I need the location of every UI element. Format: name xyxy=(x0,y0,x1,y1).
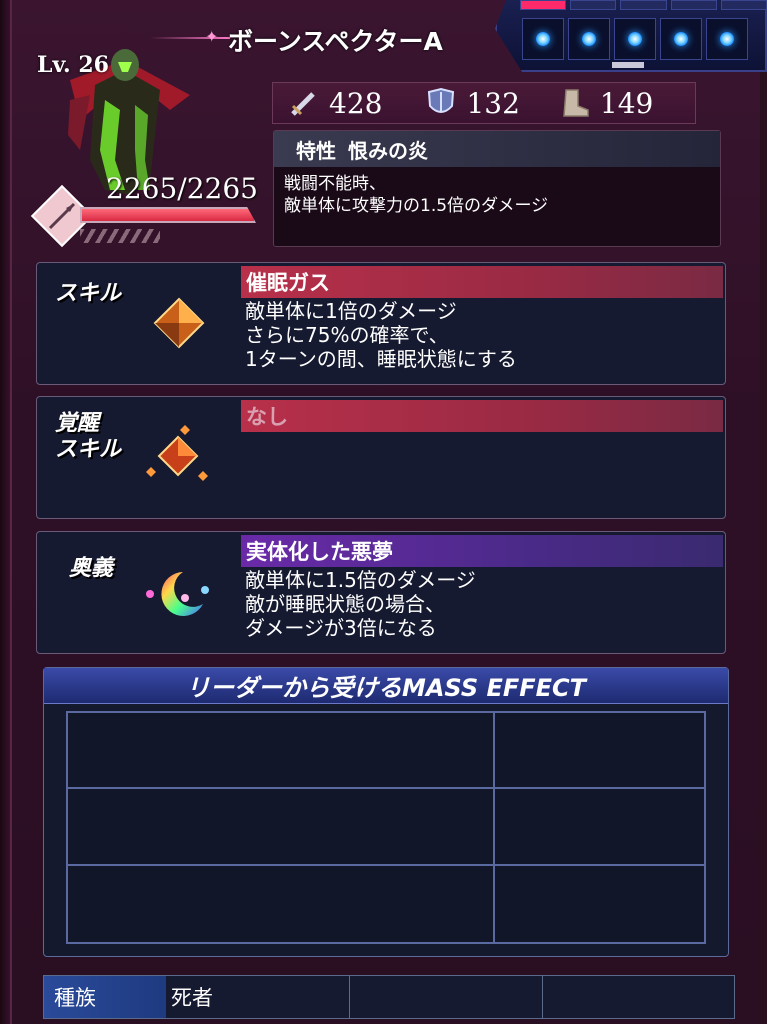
info-cell-empty xyxy=(543,976,735,1018)
party-slot-4[interactable] xyxy=(660,18,702,60)
mass-effect-cell xyxy=(68,865,495,942)
hp-bar xyxy=(80,207,256,223)
party-tab[interactable] xyxy=(720,0,767,10)
party-tab[interactable] xyxy=(570,0,617,10)
awakened-skill-panel[interactable]: 覚醒 スキル なし xyxy=(36,396,726,519)
ultimate-panel[interactable]: 奥義 実体化した悪夢 敵単体に1.5倍のダメージ 敵が睡眠状態の場合、 ダメージ… xyxy=(36,531,726,654)
orb-icon xyxy=(536,32,550,46)
mass-effect-panel: リーダーから受けるMASS EFFECT xyxy=(43,667,729,957)
stats-bar: 428 132 149 xyxy=(272,82,696,124)
mass-effect-cell xyxy=(495,789,704,866)
stat-defense: 132 xyxy=(424,83,520,123)
info-cell-empty xyxy=(350,976,543,1018)
orb-icon xyxy=(628,32,642,46)
skill-label: スキル xyxy=(55,281,122,306)
orb-icon xyxy=(720,32,734,46)
hp-bar-decoration xyxy=(80,229,160,243)
skill-name: 催眠ガス xyxy=(241,266,723,298)
mass-effect-cell xyxy=(495,865,704,942)
moon-icon xyxy=(146,572,209,616)
mass-effect-cell xyxy=(68,789,495,866)
party-slots xyxy=(522,18,748,60)
orb-icon xyxy=(582,32,596,46)
party-slot-3[interactable] xyxy=(614,18,656,60)
info-row: 種族 死者 xyxy=(43,975,735,1019)
party-tab[interactable] xyxy=(620,0,667,10)
unit-name: ボーンスペクターA xyxy=(228,27,443,56)
trait-label: 特性 xyxy=(296,138,336,163)
party-slot-2[interactable] xyxy=(568,18,610,60)
ultimate-label: 奥義 xyxy=(69,556,114,581)
awakened-skill-name: なし xyxy=(241,400,723,432)
awakened-skill-label: 覚醒 スキル xyxy=(55,411,122,462)
skill-description: 敵単体に1倍のダメージ さらに75%の確率で、 1ターンの間、睡眠状態にする xyxy=(245,299,517,371)
mass-effect-title: リーダーから受けるMASS EFFECT xyxy=(44,668,728,704)
selected-slot-indicator xyxy=(612,62,644,68)
trait-header: 特性 恨みの炎 xyxy=(274,131,720,167)
hp-value: 2265/2265 xyxy=(106,172,258,205)
mass-effect-grid xyxy=(66,711,706,944)
stat-attack: 428 xyxy=(287,83,382,123)
boot-icon xyxy=(563,89,589,117)
party-slot-1[interactable] xyxy=(522,18,564,60)
hp-bar-fill xyxy=(82,209,254,221)
skill-panel[interactable]: スキル 催眠ガス 敵単体に1倍のダメージ さらに75%の確率で、 1ターンの間、… xyxy=(36,262,726,385)
race-label: 種族 xyxy=(44,976,166,1018)
defense-value: 132 xyxy=(466,86,520,120)
mass-effect-cell xyxy=(495,713,704,790)
trait-name: 恨みの炎 xyxy=(348,138,428,163)
skill-crystal-icon xyxy=(153,297,205,349)
orb-icon xyxy=(674,32,688,46)
party-slot-5[interactable] xyxy=(706,18,748,60)
stat-speed: 149 xyxy=(558,83,653,123)
spear-icon xyxy=(48,202,76,230)
title-spark-icon: ✦ xyxy=(205,27,219,46)
attack-value: 428 xyxy=(329,86,383,120)
trait-description: 戦闘不能時、 敵単体に攻撃力の1.5倍のダメージ xyxy=(284,174,549,216)
party-tabs xyxy=(520,0,767,10)
race-value: 死者 xyxy=(166,976,350,1018)
ultimate-name: 実体化した悪夢 xyxy=(241,535,723,567)
awakened-crystal-icon xyxy=(146,425,208,481)
sword-icon xyxy=(291,92,315,116)
party-tab[interactable] xyxy=(670,0,717,10)
unit-level: Lv. 26 xyxy=(37,52,109,78)
trait-box: 特性 恨みの炎 戦闘不能時、 敵単体に攻撃力の1.5倍のダメージ xyxy=(273,130,721,247)
party-tab-active[interactable] xyxy=(520,0,567,10)
speed-value: 149 xyxy=(599,86,654,120)
ultimate-description: 敵単体に1.5倍のダメージ 敵が睡眠状態の場合、 ダメージが3倍になる xyxy=(245,568,476,640)
mass-effect-cell xyxy=(68,713,495,790)
shield-icon xyxy=(428,87,455,113)
